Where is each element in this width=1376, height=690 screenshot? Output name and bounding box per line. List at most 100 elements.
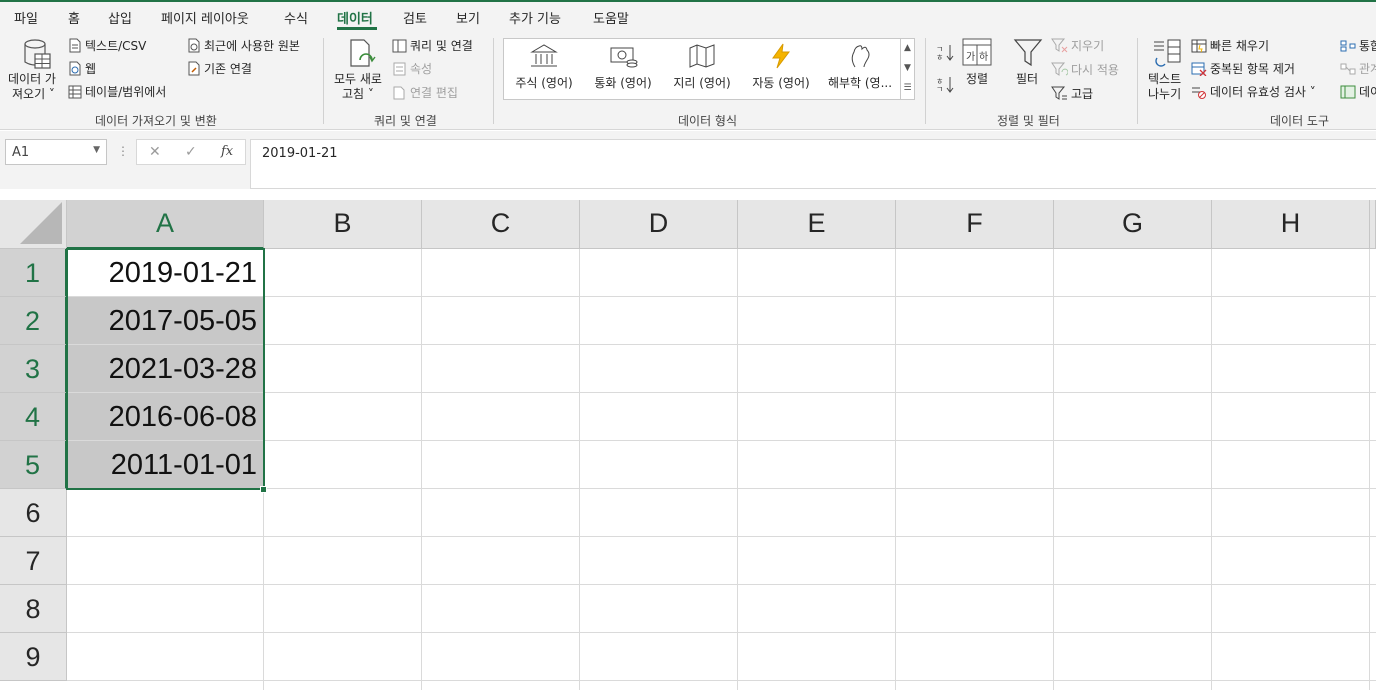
- data-type-automatic[interactable]: 자동 (영어): [741, 43, 821, 91]
- svg-text:ㄱ: ㄱ: [936, 85, 943, 94]
- column-header-d[interactable]: D: [580, 200, 738, 249]
- web-icon: [69, 61, 81, 76]
- refresh-all-label-1: 모두 새로: [334, 72, 382, 86]
- group-label-get-data: 데이터 가져오기 및 변환: [95, 114, 217, 128]
- consolidate-icon: [1340, 40, 1356, 51]
- cancel-icon[interactable]: ✕: [149, 144, 161, 160]
- name-box[interactable]: A1 ▼: [5, 139, 107, 165]
- group-label-data-types: 데이터 형식: [678, 114, 738, 128]
- column-header-f[interactable]: F: [896, 200, 1054, 249]
- queries-connections-button[interactable]: 쿼리 및 연결: [392, 37, 473, 54]
- text-file-icon: [69, 38, 81, 53]
- selection-border: [66, 248, 265, 490]
- column-header-b[interactable]: B: [264, 200, 422, 249]
- gallery-scroll-up-button[interactable]: ▲: [900, 39, 914, 59]
- tab-view[interactable]: 보기: [456, 8, 480, 27]
- data-type-stocks[interactable]: 주식 (영어): [504, 43, 584, 91]
- flash-fill-icon: [1191, 39, 1207, 52]
- row-header-4[interactable]: 4: [0, 393, 67, 441]
- tab-formulas[interactable]: 수식: [284, 8, 308, 27]
- from-text-csv-button[interactable]: 텍스트/CSV: [68, 37, 146, 54]
- data-model-button[interactable]: 데이: [1340, 83, 1376, 100]
- column-header-h[interactable]: H: [1212, 200, 1370, 249]
- tab-home[interactable]: 홈: [68, 8, 80, 27]
- row-header-6[interactable]: 6: [0, 489, 67, 537]
- data-validation-label: 데이터 유효성 검사 ˅: [1210, 85, 1316, 99]
- name-box-value: A1: [12, 145, 30, 160]
- row-header-2[interactable]: 2: [0, 297, 67, 345]
- properties-button[interactable]: 속성: [392, 60, 432, 77]
- tab-page-layout[interactable]: 페이지 레이아웃: [161, 8, 249, 27]
- row-header-8[interactable]: 8: [0, 585, 67, 633]
- get-data-label-2: 져오기 ˅: [12, 87, 55, 101]
- column-header-e[interactable]: E: [738, 200, 896, 249]
- enter-icon[interactable]: ✓: [185, 144, 197, 160]
- edit-links-icon: [393, 86, 405, 99]
- chevron-down-icon[interactable]: ▼: [93, 145, 100, 155]
- data-type-anatomy[interactable]: 해부학 (영...: [820, 43, 900, 91]
- tab-help[interactable]: 도움말: [593, 8, 629, 27]
- edit-links-button[interactable]: 연결 편집: [392, 84, 458, 101]
- data-validation-button[interactable]: 데이터 유효성 검사 ˅: [1191, 83, 1316, 100]
- tab-file[interactable]: 파일: [14, 8, 38, 27]
- gridline-vertical: [895, 249, 896, 690]
- ribbon: 데이터 가 져오기 ˅ 텍스트/CSV 웹 테이블/범위에서 최근에 사용한 원…: [0, 30, 1376, 130]
- column-header-i[interactable]: [1370, 200, 1376, 249]
- svg-text:하: 하: [979, 50, 988, 63]
- row-header-3[interactable]: 3: [0, 345, 67, 393]
- group-label-data-tools: 데이터 도구: [1270, 114, 1330, 128]
- excel-window: 파일 홈 삽입 페이지 레이아웃 수식 데이터 검토 보기 추가 기능 도움말 …: [0, 0, 1376, 690]
- advanced-filter-button[interactable]: 고급: [1051, 85, 1093, 102]
- group-separator: [1137, 38, 1138, 124]
- text-to-columns-icon: [1154, 39, 1181, 67]
- lightning-icon: [772, 43, 790, 69]
- reapply-filter-icon: [1051, 62, 1068, 76]
- row-header-1[interactable]: 1: [0, 249, 67, 297]
- row-header-9[interactable]: 9: [0, 633, 67, 681]
- sort-descending-icon: ㅎㄱ: [936, 77, 954, 94]
- column-header-c[interactable]: C: [422, 200, 580, 249]
- remove-duplicates-button[interactable]: 중복된 항목 제거: [1191, 60, 1295, 77]
- select-all-button[interactable]: [0, 200, 67, 249]
- tab-add-ins[interactable]: 추가 기능: [509, 8, 561, 27]
- gridline-vertical: [1211, 249, 1212, 690]
- row-header-5[interactable]: 5: [0, 441, 67, 489]
- relationships-icon: [1340, 63, 1356, 74]
- gallery-more-button[interactable]: ☰: [900, 79, 914, 100]
- from-web-label: 웹: [85, 62, 97, 76]
- flash-fill-button[interactable]: 빠른 채우기: [1191, 37, 1269, 54]
- relationships-button[interactable]: 관계: [1340, 60, 1376, 77]
- column-header-a[interactable]: A: [67, 200, 264, 249]
- properties-label: 속성: [410, 62, 433, 76]
- text-to-columns-label-1: 텍스트: [1148, 72, 1182, 86]
- fill-handle[interactable]: [260, 486, 267, 493]
- sort-ascending-button[interactable]: ㄱㅎ: [935, 42, 957, 62]
- data-type-currencies[interactable]: 통화 (영어): [583, 43, 663, 91]
- from-web-button[interactable]: 웹: [68, 60, 96, 77]
- tab-insert[interactable]: 삽입: [108, 8, 132, 27]
- formula-input[interactable]: 2019-01-21: [250, 139, 1376, 189]
- data-validation-icon: [1192, 87, 1206, 99]
- from-table-range-button[interactable]: 테이블/범위에서: [68, 83, 166, 100]
- sort-descending-button[interactable]: ㅎㄱ: [935, 74, 957, 94]
- consolidate-button[interactable]: 통합: [1340, 37, 1376, 54]
- sort-ascending-icon: ㄱㅎ: [936, 45, 954, 62]
- remove-duplicates-icon: [1191, 62, 1207, 76]
- reapply-filter-button[interactable]: 다시 적용: [1051, 61, 1119, 78]
- formula-bar-grip-icon[interactable]: ⋮: [117, 144, 129, 158]
- column-header-g[interactable]: G: [1054, 200, 1212, 249]
- group-separator: [323, 38, 324, 124]
- tab-review[interactable]: 검토: [403, 8, 427, 27]
- existing-connections-button[interactable]: 기존 연결: [187, 60, 252, 77]
- insert-function-icon[interactable]: fx: [221, 144, 233, 159]
- row-header-7[interactable]: 7: [0, 537, 67, 585]
- filter-label: 필터: [1016, 72, 1039, 86]
- clear-filter-button[interactable]: 지우기: [1051, 37, 1104, 54]
- group-label-queries: 쿼리 및 연결: [374, 114, 437, 128]
- data-type-geography[interactable]: 지리 (영어): [662, 43, 742, 91]
- gridline-vertical: [421, 249, 422, 690]
- recent-sources-button[interactable]: 최근에 사용한 원본: [187, 37, 300, 54]
- tab-data[interactable]: 데이터: [337, 8, 373, 27]
- sort-dialog-icon: 가하: [962, 38, 992, 66]
- gallery-scroll-down-button[interactable]: ▼: [900, 59, 914, 79]
